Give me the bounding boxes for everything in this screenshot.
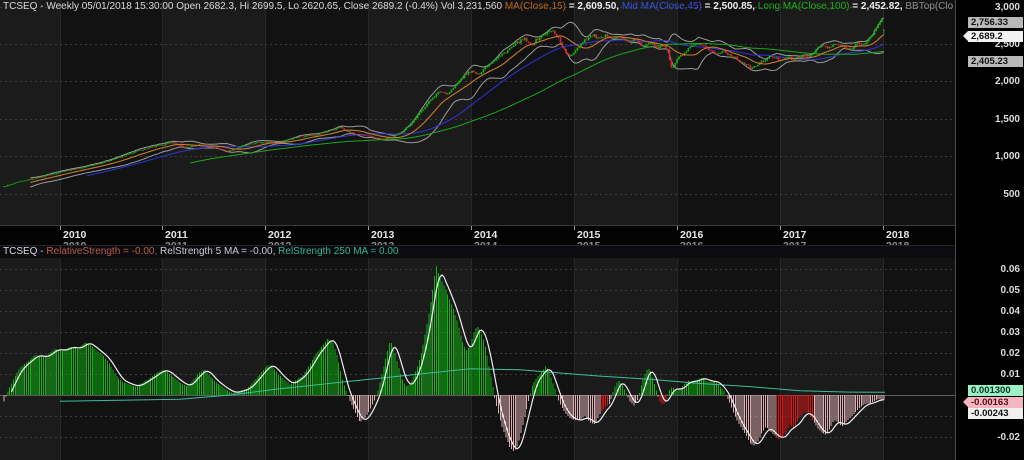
price-axis-label: 2,000 xyxy=(994,76,1020,87)
year-tick xyxy=(883,226,884,230)
year-tick xyxy=(265,226,266,230)
year-tick xyxy=(471,226,472,230)
year-tick xyxy=(368,226,369,230)
title-segment: = 2,452.82, xyxy=(849,1,906,12)
year-tick xyxy=(60,226,61,230)
price-badge: 2,405.23 xyxy=(968,56,1024,67)
year-tick xyxy=(677,226,678,230)
title-segment: Long MA(Close,100) xyxy=(757,1,850,12)
title-segment: TCSEQ - xyxy=(3,246,47,257)
title-segment: RelStrength 250 MA = 0.00 xyxy=(278,246,399,257)
price-badge: 2,689.2 xyxy=(963,31,1023,42)
value-badge: 0.001300 xyxy=(968,385,1024,396)
value-axis-label: 0.03 xyxy=(1000,327,1020,338)
title-segment: MA(Close,15) xyxy=(504,1,566,12)
title-segment: = 2,609.50, xyxy=(565,1,622,12)
value-axis-label: 0.01 xyxy=(1000,369,1020,380)
year-tick xyxy=(574,226,575,230)
right-axis-column[interactable]: 3,000 2,500 2,000 1,500 1,000 500 0.06 0.05 0.04… xyxy=(955,0,1024,460)
year-tick xyxy=(162,226,163,230)
title-segment: TCSEQ - Weekly 05/01/2018 15:30:00 Open … xyxy=(3,1,505,12)
indicator-pane-titlebar: TCSEQ - RelativeStrength = -0.00, RelStr… xyxy=(0,245,955,258)
value-axis-label: 0.04 xyxy=(1000,306,1020,317)
year-tick xyxy=(780,226,781,230)
value-axis-label: 0.02 xyxy=(1000,348,1020,359)
relative-strength-canvas[interactable] xyxy=(0,258,955,460)
value-axis-label: 0.05 xyxy=(1000,285,1020,296)
amibroker-chart-window: TCSEQ - Weekly 05/01/2018 15:30:00 Open … xyxy=(0,0,1024,460)
title-segment: RelativeStrength = -0.00, xyxy=(46,246,161,257)
value-axis-label: 0.06 xyxy=(1000,264,1020,275)
value-badge: -0.00163 xyxy=(963,397,1023,408)
title-segment: = 2,500.85, xyxy=(701,1,758,12)
price-chart-canvas[interactable] xyxy=(0,0,955,225)
value-axis-label: -0.02 xyxy=(997,432,1020,443)
value-badge: -0.00243 xyxy=(968,408,1024,419)
price-axis-label: 1,500 xyxy=(994,114,1020,125)
title-segment: RelStrength 5 MA = -0.00, xyxy=(160,246,279,257)
price-axis-label: 1,000 xyxy=(994,151,1020,162)
price-badge: 2,756.33 xyxy=(968,17,1024,28)
price-pane-title: TCSEQ - Weekly 05/01/2018 15:30:00 Open … xyxy=(3,1,953,14)
title-segment: BBTop(Close,15,2) xyxy=(905,1,953,12)
title-segment: Mid MA(Close,45) xyxy=(621,1,702,12)
price-axis-label: 3,000 xyxy=(994,2,1020,13)
price-axis-label: 500 xyxy=(1003,189,1020,200)
